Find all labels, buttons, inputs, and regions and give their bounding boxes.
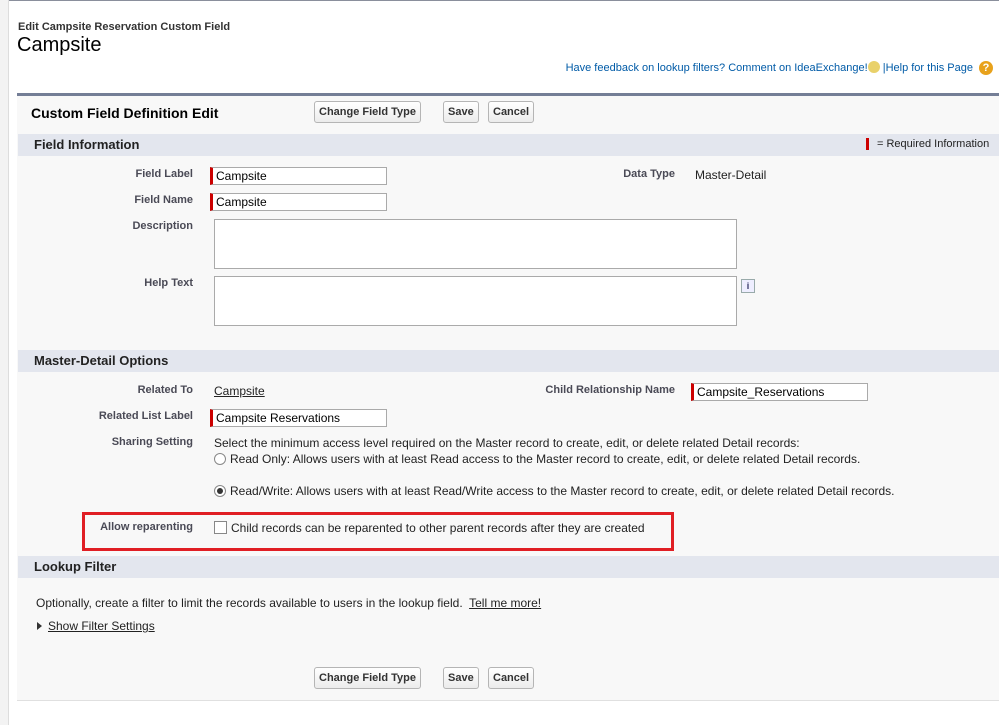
help-text-textarea[interactable] — [214, 276, 737, 326]
section-field-information: Field Information — [18, 134, 999, 156]
feedback-link[interactable]: Have feedback on lookup filters? Comment… — [566, 62, 868, 74]
change-field-type-button[interactable]: Change Field Type — [314, 101, 421, 123]
tell-me-more-link[interactable]: Tell me more! — [469, 596, 541, 610]
related-list-label-label: Related List Label — [98, 410, 193, 422]
sharing-setting-label: Sharing Setting — [111, 436, 193, 448]
sharing-intro: Select the minimum access level required… — [214, 436, 800, 450]
related-to-label: Related To — [137, 384, 193, 396]
page-subtitle: Edit Campsite Reservation Custom Field — [18, 21, 231, 33]
panel-title: Custom Field Definition Edit — [31, 105, 219, 121]
child-relationship-label: Child Relationship Name — [545, 384, 675, 396]
data-type-label: Data Type — [623, 168, 675, 180]
show-filter-settings-link[interactable]: Show Filter Settings — [48, 619, 155, 633]
help-icon[interactable]: ? — [979, 61, 993, 75]
section-title: Field Information — [34, 137, 140, 152]
read-write-label: Read/Write: Allows users with at least R… — [230, 484, 895, 498]
header-links: Have feedback on lookup filters? Comment… — [566, 61, 993, 75]
left-sidebar-strip — [0, 0, 9, 725]
allow-reparenting-text: Child records can be reparented to other… — [231, 521, 645, 535]
related-to-link[interactable]: Campsite — [214, 384, 265, 398]
section-master-detail-options: Master-Detail Options — [18, 350, 999, 372]
radio-read-write-row[interactable]: Read/Write: Allows users with at least R… — [214, 484, 895, 498]
description-textarea[interactable] — [214, 219, 737, 269]
help-text-label: Help Text — [144, 277, 193, 289]
cancel-button[interactable]: Cancel — [488, 101, 535, 123]
related-list-label-input[interactable] — [210, 409, 387, 427]
lookup-description: Optionally, create a filter to limit the… — [36, 596, 541, 610]
save-button-bottom[interactable]: Save — [443, 667, 479, 689]
required-legend: = Required Information — [877, 138, 990, 150]
radio-read-only-row[interactable]: Read Only: Allows users with at least Re… — [214, 452, 860, 466]
top-border — [0, 0, 999, 1]
read-only-label: Read Only: Allows users with at least Re… — [230, 452, 861, 466]
section-lookup-filter: Lookup Filter — [18, 556, 999, 578]
child-relationship-input[interactable] — [691, 383, 868, 401]
lightbulb-icon — [867, 61, 880, 73]
page-title: Campsite — [17, 34, 102, 56]
read-only-radio[interactable] — [214, 453, 226, 465]
show-filter-settings-toggle[interactable]: Show Filter Settings — [37, 619, 155, 633]
description-label: Description — [132, 220, 193, 232]
data-type-value: Master-Detail — [695, 168, 767, 182]
change-field-type-button-bottom[interactable]: Change Field Type — [314, 667, 421, 689]
allow-reparenting-checkbox[interactable] — [214, 521, 227, 534]
read-write-radio[interactable] — [214, 485, 226, 497]
field-label-label: Field Label — [135, 168, 193, 180]
help-link[interactable]: Help for this Page — [886, 62, 973, 74]
field-name-label: Field Name — [134, 194, 193, 206]
save-button[interactable]: Save — [443, 101, 479, 123]
section-title: Lookup Filter — [34, 559, 117, 574]
field-name-input[interactable] — [210, 193, 387, 211]
allow-reparenting-row[interactable]: Child records can be reparented to other… — [214, 521, 645, 535]
allow-reparenting-label: Allow reparenting — [100, 521, 193, 533]
lookup-text: Optionally, create a filter to limit the… — [36, 596, 463, 610]
expand-triangle-icon — [37, 622, 42, 630]
required-marker — [866, 138, 869, 150]
field-label-input[interactable] — [210, 167, 387, 185]
cancel-button-bottom[interactable]: Cancel — [488, 667, 535, 689]
section-title: Master-Detail Options — [34, 353, 169, 368]
info-icon[interactable]: i — [741, 279, 755, 293]
